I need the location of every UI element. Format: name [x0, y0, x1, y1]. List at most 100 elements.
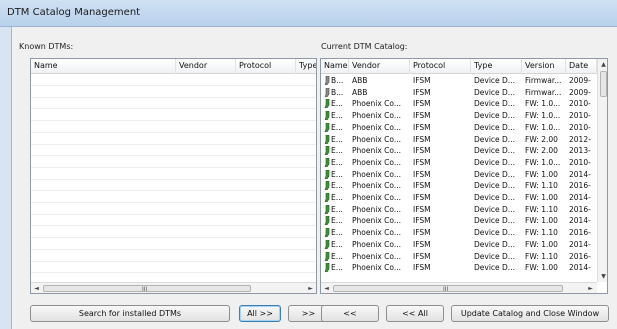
scroll-up-icon[interactable]: ▲ — [598, 59, 607, 70]
table-row[interactable]: E... Phoenix Co... IFSM Device D... FW: 1.0.… — [321, 122, 597, 133]
cell-protocol: IFSM — [413, 228, 431, 238]
add-all-button[interactable]: All >> — [239, 305, 281, 322]
cell-protocol: IFSM — [413, 134, 431, 144]
known-col-type[interactable]: Type — [296, 59, 316, 74]
table-row[interactable]: E... Phoenix Co... IFSM Device D... FW: 1.10… — [321, 204, 597, 215]
remove-all-button[interactable]: << All — [386, 305, 444, 322]
known-hscrollbar[interactable]: ◄ III ► — [31, 282, 316, 293]
current-vscroll-thumb[interactable] — [600, 71, 607, 97]
table-row[interactable]: E... Phoenix Co... IFSM Device D... FW: 1.00… — [321, 192, 597, 203]
current-catalog-grid[interactable]: Name Vendor Protocol Type Version Date B… — [320, 58, 608, 294]
cell-date: 2010- — [569, 111, 591, 121]
cell-protocol: IFSM — [413, 146, 431, 156]
cell-version: FW: 1.10 — [525, 228, 558, 238]
table-row[interactable]: E... Phoenix Co... IFSM Device D... FW: 1.00… — [321, 169, 597, 180]
current-col-protocol[interactable]: Protocol — [410, 59, 471, 74]
cell-type: Device D... — [474, 111, 515, 121]
cell-protocol: IFSM — [413, 181, 431, 191]
cell-vendor: Phoenix Co... — [352, 146, 401, 156]
search-installed-dtms-button[interactable]: Search for installed DTMs — [30, 305, 230, 322]
empty-row — [31, 110, 316, 122]
cell-version: FW: 1.10 — [525, 251, 558, 261]
scroll-right-icon[interactable]: ► — [305, 283, 316, 293]
cell-version: FW: 1.0... — [525, 99, 561, 109]
table-row[interactable]: B... ABB IFSM Device D... Firmwar... 2009- — [321, 87, 597, 98]
cell-date: 2009- — [569, 76, 591, 85]
cell-type: Device D... — [474, 87, 515, 97]
known-dtms-header: Name Vendor Protocol Type — [31, 59, 316, 74]
cell-version: FW: 1.10 — [525, 204, 558, 214]
table-row[interactable]: E... Phoenix Co... IFSM Device D... FW: 2.00… — [321, 134, 597, 145]
cell-date: 2014- — [569, 239, 591, 249]
table-row[interactable]: B... ABB IFSM Device D... Firmwar... 2009- — [321, 75, 597, 86]
current-col-date[interactable]: Date — [566, 59, 597, 74]
table-row[interactable]: E... Phoenix Co... IFSM Device D... FW: 1.00… — [321, 239, 597, 250]
table-row[interactable]: E... Phoenix Co... IFSM Device D... FW: 1.10… — [321, 251, 597, 262]
cell-protocol: IFSM — [413, 204, 431, 214]
cell-date: 2012- — [569, 134, 591, 144]
current-col-type[interactable]: Type — [471, 59, 522, 74]
cell-date: 2016- — [569, 204, 591, 214]
empty-row — [31, 192, 316, 203]
empty-row — [31, 169, 316, 180]
cell-type: Device D... — [474, 216, 515, 226]
cell-name: B... — [331, 87, 344, 97]
empty-row — [31, 227, 316, 239]
table-row[interactable]: E... Phoenix Co... IFSM Device D... FW: 1.10… — [321, 180, 597, 191]
cell-protocol: IFSM — [413, 122, 431, 132]
empty-row — [31, 204, 316, 215]
table-row[interactable]: E... Phoenix Co... IFSM Device D... FW: 1.0.… — [321, 157, 597, 168]
table-row[interactable]: E... Phoenix Co... IFSM Device D... FW: 1.00… — [321, 262, 597, 273]
empty-row — [31, 157, 316, 168]
empty-row — [31, 262, 316, 274]
known-hscroll-thumb[interactable]: III — [43, 285, 251, 293]
known-col-protocol[interactable]: Protocol — [236, 59, 296, 74]
cell-date: 2016- — [569, 251, 591, 261]
scroll-left-icon[interactable]: ◄ — [321, 283, 332, 293]
table-row[interactable]: E... Phoenix Co... IFSM Device D... FW: 1.10… — [321, 227, 597, 238]
cell-protocol: IFSM — [413, 87, 431, 97]
cell-name: E... — [331, 169, 343, 179]
table-row[interactable]: E... Phoenix Co... IFSM Device D... FW: 1.00… — [321, 215, 597, 226]
cell-vendor: Phoenix Co... — [352, 204, 401, 214]
update-catalog-close-button[interactable]: Update Catalog and Close Window — [451, 305, 609, 322]
current-col-vendor[interactable]: Vendor — [349, 59, 410, 74]
cell-protocol: IFSM — [413, 99, 431, 109]
cell-vendor: Phoenix Co... — [352, 181, 401, 191]
cell-type: Device D... — [474, 251, 515, 261]
known-col-vendor[interactable]: Vendor — [176, 59, 236, 74]
empty-row — [31, 145, 316, 157]
cell-name: E... — [331, 111, 343, 121]
scroll-right-icon[interactable]: ► — [585, 283, 596, 293]
cell-version: FW: 1.00 — [525, 263, 558, 273]
table-row[interactable]: E... Phoenix Co... IFSM Device D... FW: 1.0.… — [321, 98, 597, 109]
empty-row — [31, 122, 316, 133]
current-catalog-label: Current DTM Catalog: — [321, 42, 408, 51]
current-col-version[interactable]: Version — [522, 59, 566, 74]
cell-protocol: IFSM — [413, 76, 431, 85]
table-row[interactable]: E... Phoenix Co... IFSM Device D... FW: 1.0.… — [321, 110, 597, 121]
cell-type: Device D... — [474, 169, 515, 179]
cell-protocol: IFSM — [413, 263, 431, 273]
cell-type: Device D... — [474, 193, 515, 202]
scroll-left-icon[interactable]: ◄ — [31, 283, 42, 293]
current-col-name[interactable]: Name — [321, 59, 349, 74]
cell-type: Device D... — [474, 228, 515, 238]
known-dtms-grid[interactable]: Name Vendor Protocol Type ◄ III ► — [30, 58, 317, 294]
known-col-name[interactable]: Name — [31, 59, 176, 74]
remove-selected-button[interactable]: << — [321, 305, 379, 322]
cell-date: 2014- — [569, 193, 591, 202]
scroll-down-icon[interactable]: ▼ — [598, 271, 607, 282]
cell-name: E... — [331, 251, 343, 261]
cell-vendor: Phoenix Co... — [352, 193, 401, 202]
empty-row — [31, 75, 316, 86]
empty-row — [31, 251, 316, 262]
current-vscrollbar[interactable]: ▲ ▼ — [597, 59, 607, 282]
cell-type: Device D... — [474, 204, 515, 214]
cell-version: FW: 1.0... — [525, 111, 561, 121]
table-row[interactable]: E... Phoenix Co... IFSM Device D... FW: 2.00… — [321, 145, 597, 156]
current-hscroll-thumb[interactable]: III — [333, 285, 563, 293]
current-hscrollbar[interactable]: ◄ III ► — [321, 282, 597, 293]
empty-row — [31, 87, 316, 98]
cell-name: E... — [331, 216, 343, 226]
